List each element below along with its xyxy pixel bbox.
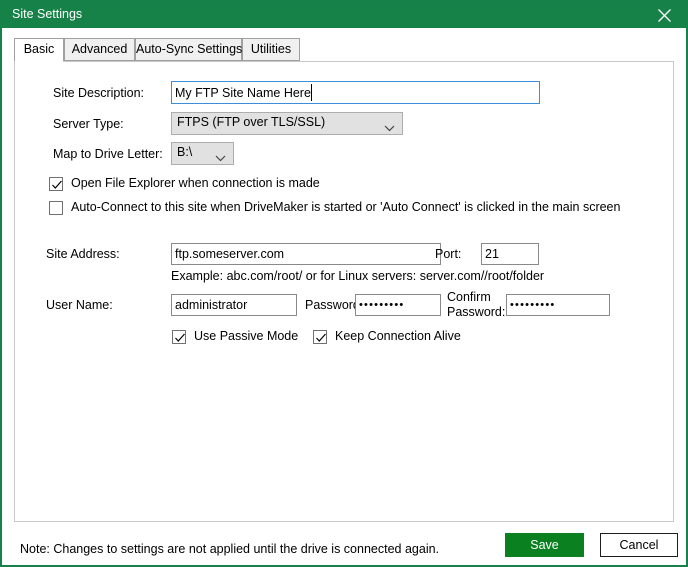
site-address-label: Site Address: bbox=[46, 247, 120, 261]
server-type-label: Server Type: bbox=[53, 117, 124, 131]
port-input[interactable] bbox=[481, 243, 539, 265]
check-icon bbox=[175, 333, 185, 342]
tab-utilities[interactable]: Utilities bbox=[242, 38, 300, 61]
map-to-drive-letter-dropdown[interactable]: B:\ bbox=[171, 142, 234, 165]
check-icon bbox=[52, 180, 62, 189]
save-button-label: Save bbox=[530, 538, 559, 552]
tab-basic-label: Basic bbox=[23, 42, 55, 56]
site-settings-window: Site Settings Basic Advanced Auto-Sync S… bbox=[0, 0, 688, 567]
checkbox-box bbox=[313, 330, 327, 344]
server-type-dropdown[interactable]: FTPS (FTP over TLS/SSL) bbox=[171, 112, 403, 135]
map-to-drive-letter-label: Map to Drive Letter: bbox=[53, 147, 163, 161]
checkbox-box bbox=[172, 330, 186, 344]
close-icon[interactable] bbox=[642, 2, 686, 28]
auto-connect-label: Auto-Connect to this site when DriveMake… bbox=[71, 200, 621, 214]
tab-utilities-label: Utilities bbox=[250, 42, 292, 56]
tab-auto-sync-settings[interactable]: Auto-Sync Settings bbox=[135, 38, 242, 61]
confirm-password-input[interactable] bbox=[506, 294, 610, 316]
password-input[interactable] bbox=[355, 294, 441, 316]
window-title: Site Settings bbox=[12, 7, 83, 21]
basic-tab-panel: Site Description: Server Type: FTPS (FTP… bbox=[14, 61, 674, 522]
cancel-button-label: Cancel bbox=[619, 538, 659, 552]
chevron-down-icon bbox=[384, 121, 395, 135]
title-bar: Site Settings bbox=[2, 2, 686, 28]
server-type-value: FTPS (FTP over TLS/SSL) bbox=[177, 115, 326, 129]
site-description-input[interactable] bbox=[171, 81, 540, 104]
confirm-password-label-line1: Confirm bbox=[447, 290, 491, 304]
port-label: Port: bbox=[435, 247, 462, 261]
footer-note: Note: Changes to settings are not applie… bbox=[20, 542, 440, 556]
user-name-label: User Name: bbox=[46, 298, 113, 312]
text-caret bbox=[310, 84, 312, 101]
tab-advanced-label: Advanced bbox=[71, 42, 128, 56]
tab-auto-sync-settings-label: Auto-Sync Settings bbox=[136, 42, 243, 56]
checkbox-box bbox=[49, 201, 63, 215]
checkbox-box bbox=[49, 177, 63, 191]
site-address-example-hint: Example: abc.com/root/ or for Linux serv… bbox=[171, 269, 545, 283]
close-glyph bbox=[658, 9, 671, 22]
site-description-label: Site Description: bbox=[53, 86, 145, 100]
map-to-drive-letter-value: B:\ bbox=[177, 145, 193, 159]
chevron-down-icon bbox=[215, 151, 226, 165]
site-address-input[interactable] bbox=[171, 243, 441, 265]
confirm-password-label-line2: Password: bbox=[447, 305, 506, 319]
keep-connection-alive-label: Keep Connection Alive bbox=[335, 329, 461, 343]
use-passive-mode-label: Use Passive Mode bbox=[194, 329, 299, 343]
save-button[interactable]: Save bbox=[505, 533, 584, 557]
open-file-explorer-label: Open File Explorer when connection is ma… bbox=[71, 176, 320, 190]
cancel-button[interactable]: Cancel bbox=[600, 533, 678, 557]
tab-advanced[interactable]: Advanced bbox=[64, 38, 135, 61]
tab-basic[interactable]: Basic bbox=[14, 38, 64, 62]
check-icon bbox=[316, 333, 326, 342]
user-name-input[interactable] bbox=[171, 294, 297, 316]
